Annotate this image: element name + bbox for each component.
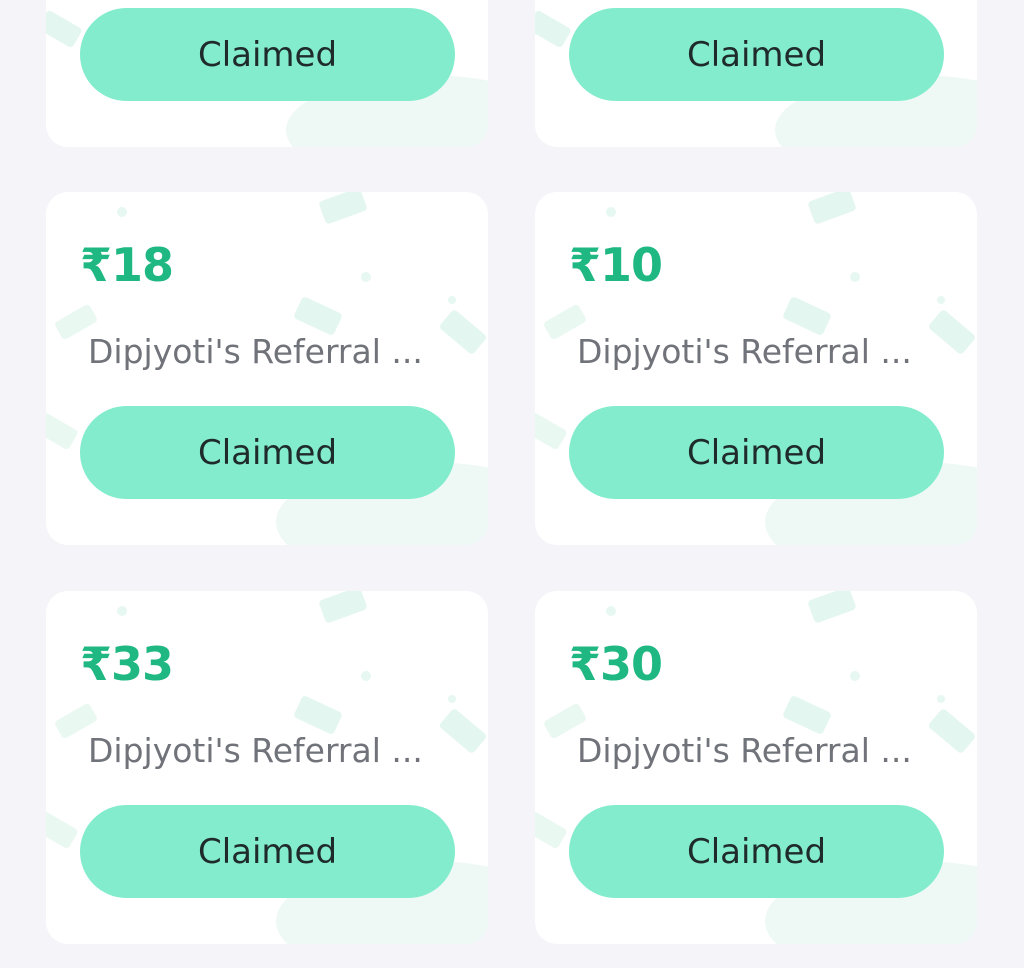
reward-amount: ₹33: [80, 637, 174, 691]
reward-cards-grid: Claimed Claimed ₹18 Dipjyoti's Referral …: [0, 0, 1024, 968]
reward-description: Dipjyoti's Referral ...: [88, 731, 423, 770]
reward-card: ₹33 Dipjyoti's Referral ... Claimed: [46, 591, 488, 944]
reward-card: ₹10 Dipjyoti's Referral ... Claimed: [535, 192, 977, 545]
claimed-button[interactable]: Claimed: [80, 805, 455, 898]
claimed-button[interactable]: Claimed: [80, 8, 455, 101]
claimed-button[interactable]: Claimed: [569, 8, 944, 101]
reward-amount: ₹10: [569, 238, 663, 292]
reward-card: ₹18 Dipjyoti's Referral ... Claimed: [46, 192, 488, 545]
reward-description: Dipjyoti's Referral ...: [88, 332, 423, 371]
reward-amount: ₹30: [569, 637, 663, 691]
claimed-button[interactable]: Claimed: [80, 406, 455, 499]
reward-description: Dipjyoti's Referral ...: [577, 332, 912, 371]
reward-card: Claimed: [46, 0, 488, 147]
claimed-button[interactable]: Claimed: [569, 406, 944, 499]
reward-card: Claimed: [535, 0, 977, 147]
reward-amount: ₹18: [80, 238, 174, 292]
reward-card: ₹30 Dipjyoti's Referral ... Claimed: [535, 591, 977, 944]
reward-description: Dipjyoti's Referral ...: [577, 731, 912, 770]
claimed-button[interactable]: Claimed: [569, 805, 944, 898]
